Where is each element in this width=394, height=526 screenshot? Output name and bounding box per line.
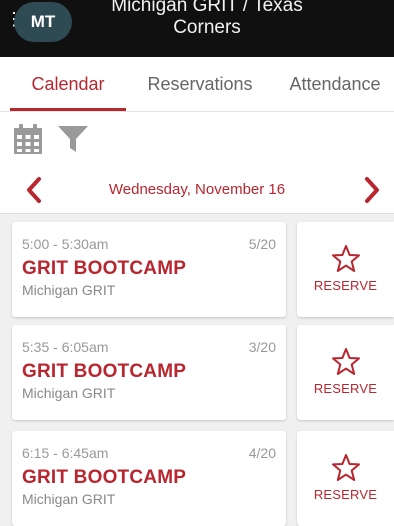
class-name: GRIT BOOTCAMP [22, 467, 187, 488]
class-card[interactable]: 5:00 - 5:30am 5/20 GRIT BOOTCAMP Michiga… [12, 222, 286, 317]
class-card[interactable]: 5:35 - 6:05am 3/20 GRIT BOOTCAMP Michiga… [12, 325, 286, 420]
class-location: Michigan GRIT [22, 282, 116, 298]
tab-calendar[interactable]: Calendar [10, 57, 126, 111]
reserve-button[interactable]: RESERVE [297, 325, 394, 420]
class-capacity: 4/20 [248, 445, 276, 461]
reserve-button[interactable]: RESERVE [297, 222, 394, 317]
class-name: GRIT BOOTCAMP [22, 258, 187, 279]
class-name: GRIT BOOTCAMP [22, 361, 187, 382]
star-icon [332, 454, 360, 481]
star-icon [332, 348, 360, 375]
reserve-label: RESERVE [313, 381, 378, 396]
reserve-button[interactable]: RESERVE [297, 431, 394, 526]
selected-date[interactable]: Wednesday, November 16 [50, 167, 344, 213]
class-time: 5:35 - 6:05am [22, 339, 109, 355]
class-location: Michigan GRIT [22, 491, 116, 507]
tab-bar: Calendar Reservations Attendance [0, 57, 394, 112]
tab-reservations[interactable]: Reservations [140, 57, 260, 111]
app-header: ⋮ MT Michigan GRIT / Texas Corners [0, 0, 394, 57]
toolbar [0, 112, 394, 167]
class-capacity: 3/20 [248, 339, 276, 355]
star-icon [332, 245, 360, 272]
calendar-icon[interactable] [13, 123, 43, 155]
class-time: 5:00 - 5:30am [22, 236, 109, 252]
location-title: Michigan GRIT / Texas Corners [80, 0, 334, 39]
class-time: 6:15 - 6:45am [22, 445, 109, 461]
location-title-line2: Corners [173, 17, 241, 38]
tab-attendance[interactable]: Attendance [276, 57, 394, 111]
chevron-right-icon[interactable] [356, 175, 386, 205]
class-card[interactable]: 6:15 - 6:45am 4/20 GRIT BOOTCAMP Michiga… [12, 431, 286, 526]
class-capacity: 5/20 [248, 236, 276, 252]
chevron-left-icon[interactable] [20, 175, 50, 205]
date-navigator: Wednesday, November 16 [0, 167, 394, 214]
avatar-initials: MT [30, 12, 56, 31]
reserve-label: RESERVE [313, 278, 378, 293]
location-title-line1: Michigan GRIT / Texas [111, 0, 303, 16]
class-location: Michigan GRIT [22, 385, 116, 401]
reserve-label: RESERVE [313, 487, 378, 502]
filter-icon[interactable] [57, 125, 89, 153]
avatar[interactable]: MT [14, 2, 72, 42]
